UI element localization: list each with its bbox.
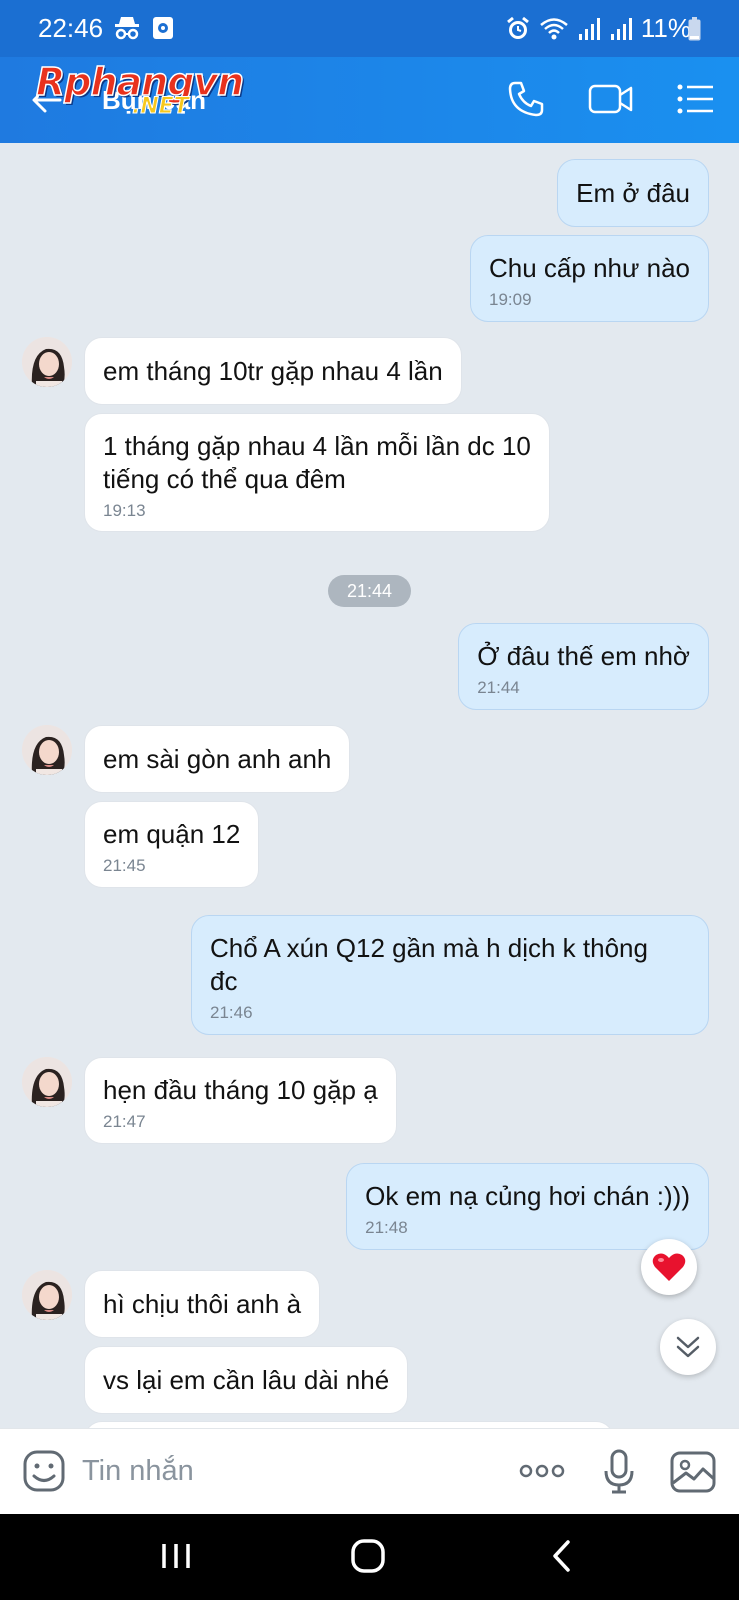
avatar[interactable] xyxy=(22,1057,72,1107)
avatar[interactable] xyxy=(22,337,72,387)
double-chevron-down-icon xyxy=(676,1336,700,1358)
heart-icon xyxy=(652,1253,686,1281)
emoji-icon[interactable] xyxy=(22,1449,66,1498)
message-bubble-in[interactable]: 1 tháng gặp nhau 4 lần mỗi lần dc 10 tiế… xyxy=(84,413,550,532)
message-text: Chổ A xún Q12 gần mà h dịch k thông xyxy=(210,933,648,963)
phone-icon[interactable] xyxy=(506,79,546,124)
message-text: em quận 12 xyxy=(103,819,241,849)
battery-icon xyxy=(688,17,701,41)
message-text: hì chịu thôi anh à xyxy=(103,1289,302,1319)
message-text: Chu cấp như nào xyxy=(489,253,690,283)
scroll-to-bottom-button[interactable] xyxy=(660,1319,716,1375)
message-text: Ở đâu thế em nhờ xyxy=(477,641,690,671)
wifi-icon xyxy=(540,17,568,39)
avatar[interactable] xyxy=(22,725,72,775)
message-bubble-out[interactable]: Chổ A xún Q12 gần mà h dịch k thông đc 2… xyxy=(191,915,709,1035)
battery-level: 11% xyxy=(640,13,691,43)
alarm-icon xyxy=(506,16,529,39)
message-bubble-in[interactable] xyxy=(84,1421,614,1428)
heart-reaction-button[interactable] xyxy=(641,1239,697,1295)
message-text: Ok em nạ củng hơi chán :))) xyxy=(365,1181,690,1211)
back-icon[interactable] xyxy=(548,1536,576,1581)
watermark-sub: .NET xyxy=(132,94,190,120)
menu-list-icon[interactable] xyxy=(676,79,716,124)
message-bubble-out[interactable]: Em ở đâu xyxy=(557,159,709,227)
message-time: 21:45 xyxy=(103,856,146,875)
signal-icon xyxy=(578,17,600,40)
message-time: 21:47 xyxy=(103,1112,146,1131)
recent-apps-icon[interactable] xyxy=(158,1536,194,1581)
home-icon[interactable] xyxy=(348,1536,388,1581)
incognito-icon xyxy=(114,14,140,47)
message-time: 19:09 xyxy=(489,290,532,309)
chat-messages[interactable]: Em ở đâu Chu cấp như nào 19:09 em tháng … xyxy=(0,143,739,1428)
system-navigation-bar xyxy=(0,1514,739,1600)
message-text: em sài gòn anh anh xyxy=(103,744,332,774)
message-bubble-out[interactable]: Ok em nạ củng hơi chán :))) 21:48 xyxy=(346,1163,709,1250)
status-icons: 11% xyxy=(505,13,691,44)
media-icon xyxy=(152,16,174,45)
time-divider: 21:44 xyxy=(328,575,411,607)
message-bubble-out[interactable]: Chu cấp như nào 19:09 xyxy=(470,235,709,322)
message-time: 19:13 xyxy=(103,501,146,520)
message-bubble-in[interactable]: vs lại em cần lâu dài nhé xyxy=(84,1346,409,1414)
watermark-logo: Rphangvn .NET xyxy=(35,59,245,119)
message-input-bar xyxy=(0,1428,739,1514)
message-text-line2: đc xyxy=(210,966,238,996)
signal-icon xyxy=(610,17,632,40)
message-bubble-out[interactable]: Ở đâu thế em nhờ 21:44 xyxy=(458,623,709,710)
message-time: 21:44 xyxy=(477,678,520,697)
message-bubble-in[interactable]: em sài gòn anh anh xyxy=(84,725,351,793)
microphone-icon[interactable] xyxy=(602,1449,636,1500)
message-bubble-in[interactable]: em quận 12 21:45 xyxy=(84,801,260,888)
message-text-line2: tiếng có thể qua đêm xyxy=(103,464,346,494)
message-text: vs lại em cần lâu dài nhé xyxy=(103,1365,390,1395)
status-time: 22:46 xyxy=(38,13,104,43)
more-options-icon[interactable] xyxy=(518,1459,566,1488)
status-bar: 22:46 11% xyxy=(0,0,739,57)
message-text: em tháng 10tr gặp nhau 4 lần xyxy=(103,356,443,386)
message-bubble-in[interactable]: em tháng 10tr gặp nhau 4 lần xyxy=(84,337,462,405)
avatar[interactable] xyxy=(22,1270,72,1320)
message-time: 21:46 xyxy=(210,1003,253,1022)
message-bubble-in[interactable]: hẹn đầu tháng 10 gặp ạ 21:47 xyxy=(84,1057,397,1144)
message-input[interactable] xyxy=(82,1449,482,1493)
message-text: Em ở đâu xyxy=(576,178,690,208)
message-time: 21:48 xyxy=(365,1218,408,1237)
video-call-icon[interactable] xyxy=(588,79,634,124)
image-icon[interactable] xyxy=(670,1451,716,1498)
message-text: 1 tháng gặp nhau 4 lần mỗi lần dc 10 xyxy=(103,431,531,461)
message-bubble-in[interactable]: hì chịu thôi anh à xyxy=(84,1270,321,1338)
message-text: hẹn đầu tháng 10 gặp ạ xyxy=(103,1075,378,1105)
